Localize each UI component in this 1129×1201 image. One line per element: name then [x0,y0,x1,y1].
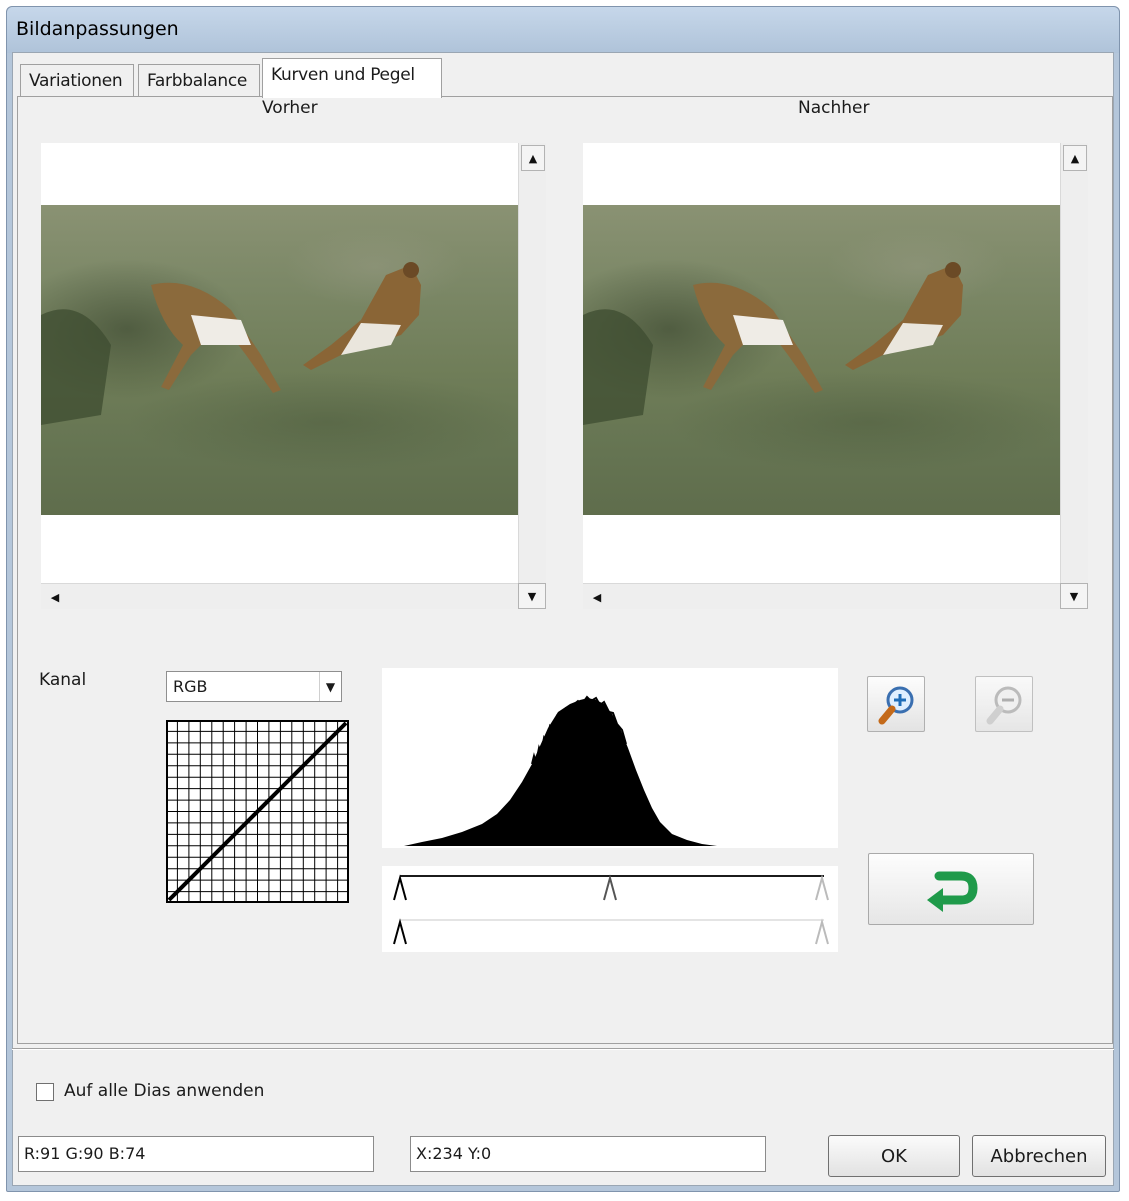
before-horizontal-scrollbar[interactable]: ◀ [41,583,518,609]
tab-farbbalance[interactable]: Farbbalance [138,64,260,96]
undo-arrow-icon [927,871,978,912]
curve-editor[interactable] [166,720,349,903]
levels-sliders[interactable] [382,866,838,952]
gazelles-after [583,262,963,425]
scroll-up-button[interactable]: ▲ [1063,145,1087,171]
after-horizontal-scrollbar[interactable]: ◀ [583,583,1060,609]
position-readout-field: X:234 Y:0 [410,1136,766,1172]
before-vertical-scrollbar[interactable]: ▲ [518,143,546,583]
channel-label: Kanal [39,670,87,690]
histogram [382,668,838,848]
scroll-left-button[interactable]: ◀ [43,585,67,609]
cancel-button[interactable]: Abbrechen [972,1135,1106,1177]
window-title: Bildanpassungen [16,18,179,40]
scroll-left-button[interactable]: ◀ [585,585,609,609]
scroll-down-button[interactable]: ▼ [518,583,546,609]
histogram-graph [404,695,717,846]
color-readout-field: R:91 G:90 B:74 [18,1136,374,1172]
scroll-up-button[interactable]: ▲ [521,145,545,171]
channel-select[interactable]: RGB ▼ [166,671,342,702]
after-label: Nachher [798,98,870,118]
input-white-point-handle[interactable] [815,874,829,901]
zoom-in-button[interactable] [867,676,925,732]
input-midpoint-handle[interactable] [603,874,617,901]
before-preview-pane[interactable] [41,143,518,583]
output-white-point-handle[interactable] [815,918,829,945]
output-black-point-handle[interactable] [393,918,407,945]
tab-variationen[interactable]: Variationen [20,64,134,96]
after-preview-image [583,205,1060,515]
reset-button[interactable] [868,853,1034,925]
before-preview-image [41,205,518,515]
scroll-down-button[interactable]: ▼ [1060,583,1088,609]
channel-value: RGB [173,677,208,696]
after-vertical-scrollbar[interactable]: ▲ [1060,143,1088,583]
input-black-point-handle[interactable] [393,874,407,901]
curve-grid[interactable] [166,720,349,903]
before-label: Vorher [262,98,318,118]
apply-all-label[interactable]: Auf alle Dias anwenden [64,1081,264,1101]
zoom-out-button[interactable] [975,676,1033,732]
zoom-out-icon [986,686,1022,725]
gazelles-before [41,262,421,425]
levels-slider-graphic[interactable] [382,866,838,952]
ok-button[interactable]: OK [828,1135,960,1177]
tab-kurven-und-pegel[interactable]: Kurven und Pegel [262,58,442,98]
chevron-down-icon[interactable]: ▼ [319,672,341,701]
separator-line [12,1048,1114,1050]
apply-all-checkbox[interactable] [36,1083,54,1101]
after-preview-pane[interactable] [583,143,1060,583]
zoom-in-icon [878,686,914,725]
